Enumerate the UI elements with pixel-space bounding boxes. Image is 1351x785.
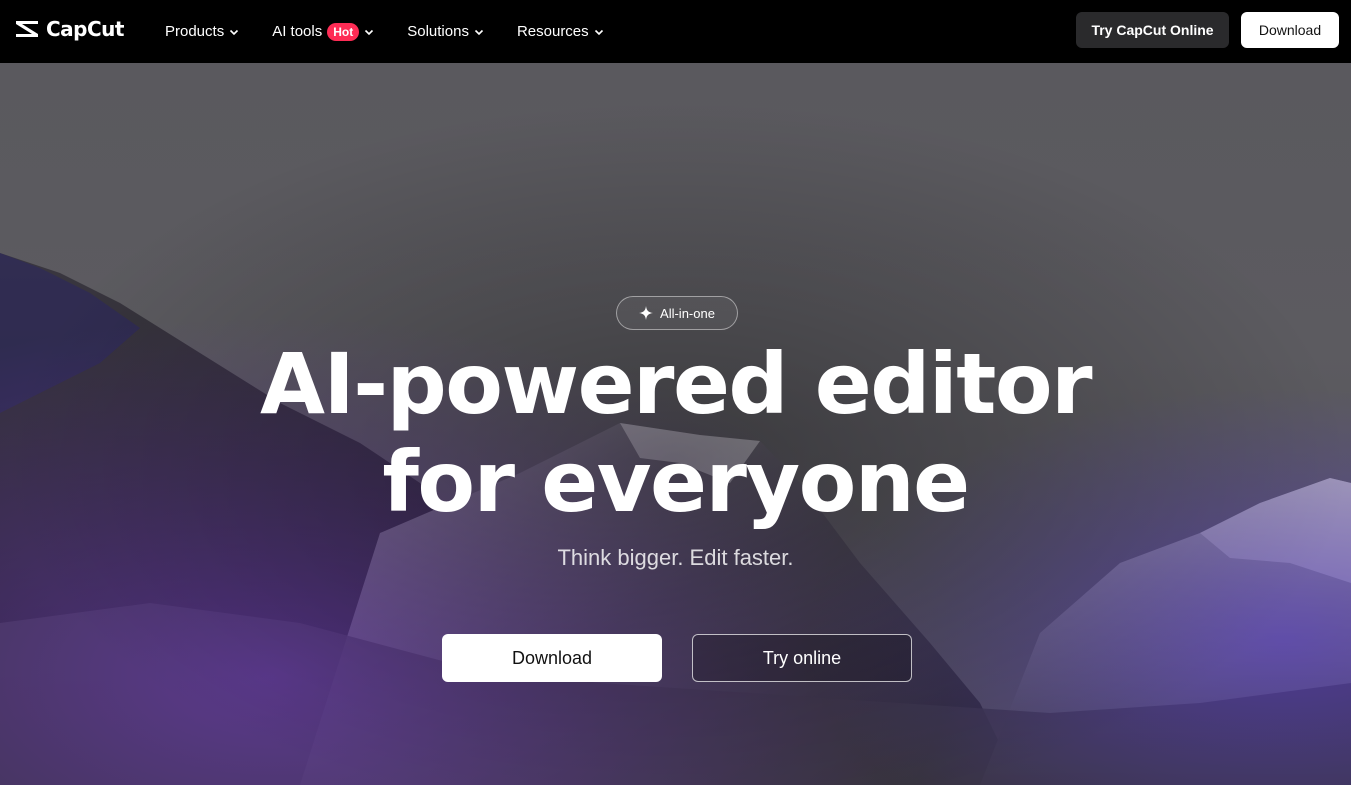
- top-navigation-bar: CapCut Products AI tools Hot Solutions R…: [0, 0, 1351, 63]
- main-nav: Products AI tools Hot Solutions Resource…: [165, 0, 637, 63]
- nav-item-ai-tools[interactable]: AI tools Hot: [272, 22, 374, 41]
- download-button-top[interactable]: Download: [1241, 12, 1339, 48]
- nav-item-products[interactable]: Products: [165, 23, 239, 40]
- nav-item-label: AI tools: [272, 23, 323, 40]
- headline-line-1: AI-powered editor: [260, 335, 1093, 433]
- nav-item-label: Resources: [516, 23, 589, 40]
- headline-line-2: for everyone: [382, 433, 970, 531]
- nav-item-solutions[interactable]: Solutions: [407, 23, 484, 40]
- nav-item-label: Solutions: [407, 23, 469, 40]
- chevron-down-icon: [230, 29, 239, 35]
- nav-item-label: Products: [165, 23, 225, 40]
- sparkle-icon: [639, 306, 654, 320]
- try-capcut-online-button[interactable]: Try CapCut Online: [1076, 12, 1229, 48]
- capcut-logo[interactable]: CapCut: [14, 17, 124, 41]
- hero-download-button[interactable]: Download: [442, 634, 662, 682]
- hero-try-online-button[interactable]: Try online: [692, 634, 912, 682]
- hero-headline: AI-powered editor for everyone: [0, 335, 1351, 531]
- chevron-down-icon: [365, 29, 374, 35]
- capcut-logo-icon: [16, 21, 38, 37]
- pill-label: All-in-one: [660, 305, 715, 321]
- chevron-down-icon: [474, 29, 484, 35]
- all-in-one-pill: All-in-one: [616, 296, 738, 330]
- hot-badge: Hot: [327, 22, 360, 41]
- chevron-down-icon: [594, 29, 603, 35]
- brand-name: CapCut: [46, 17, 124, 41]
- hero-section: All-in-one AI-powered editor for everyon…: [0, 63, 1351, 785]
- hero-subheadline: Think bigger. Edit faster.: [557, 545, 794, 570]
- nav-item-resources[interactable]: Resources: [517, 23, 604, 40]
